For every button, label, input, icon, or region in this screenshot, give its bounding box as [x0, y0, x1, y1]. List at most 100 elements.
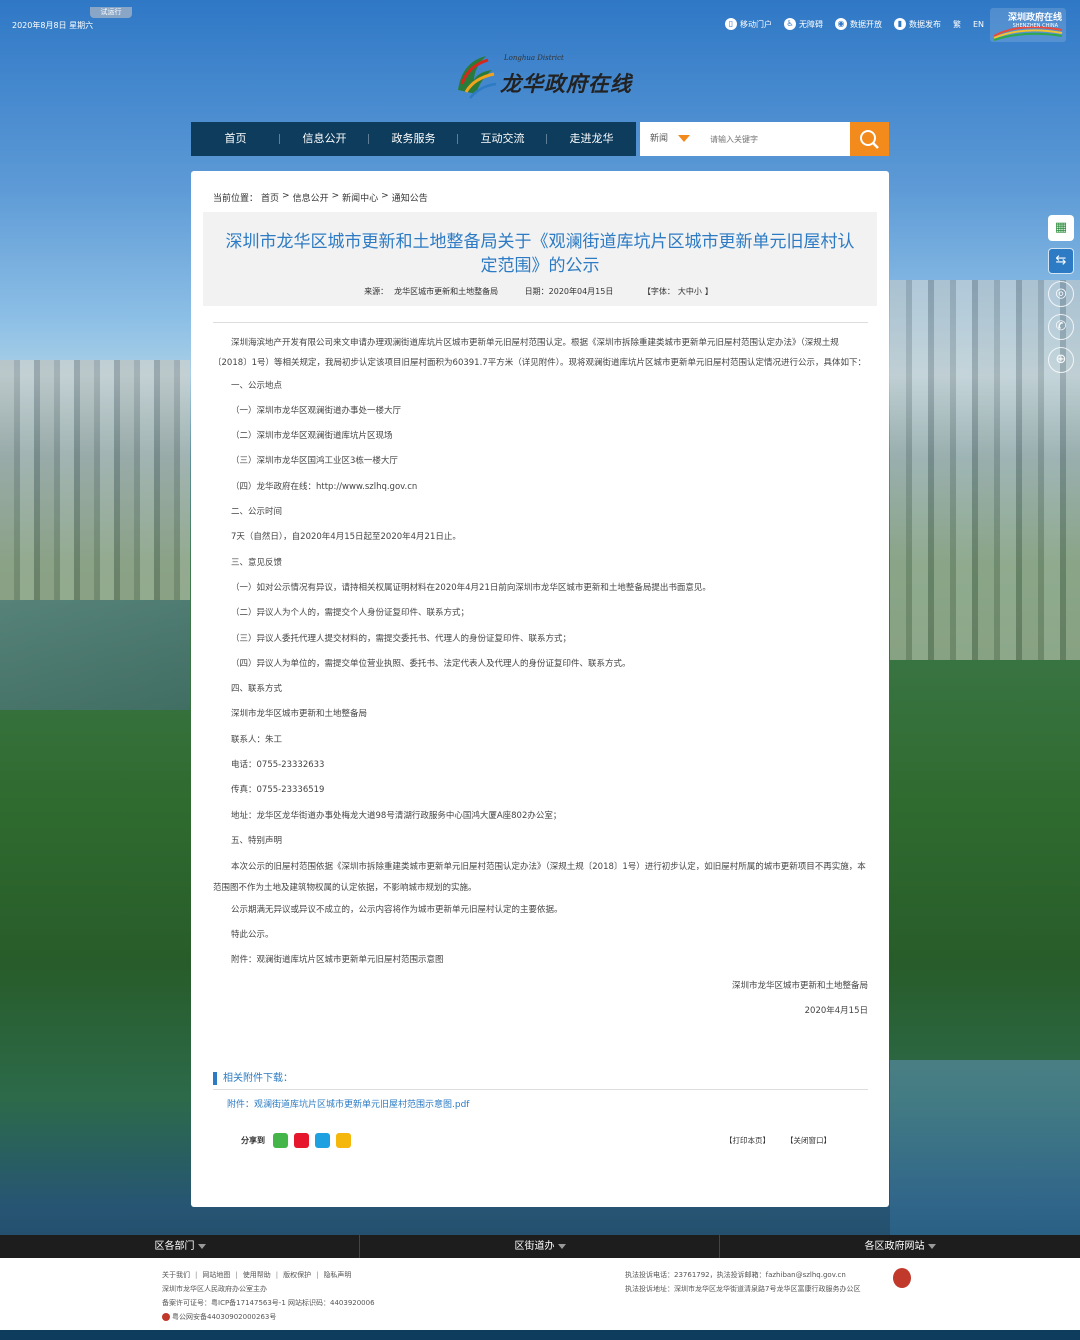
accessibility-icon: ♿: [783, 18, 796, 30]
article-line: （三）深圳市龙华区国鸿工业区3栋一楼大厅: [231, 456, 398, 467]
breadcrumb-label: 当前位置：: [213, 194, 259, 204]
logo-chinese: 龙华政府在线: [500, 71, 632, 96]
wechat-icon[interactable]: [273, 1133, 288, 1148]
footer-links: 关于我们 | 网站地图 | 使用帮助 | 版权保护 | 隐私声明: [162, 1271, 352, 1279]
article-line: 特此公示。: [231, 930, 274, 941]
side-toolbar: ▦ ⇆ ◎ ✆ ⊕: [1048, 215, 1074, 380]
qzone-icon[interactable]: [336, 1133, 351, 1148]
shenzhen-logo-title: 深圳政府在线: [1007, 13, 1062, 23]
police-badge-icon: [162, 1313, 170, 1321]
app-icon[interactable]: ⇆: [1048, 248, 1074, 274]
attachments-heading: 相关附件下载：: [213, 1072, 293, 1085]
share-label: 分享到: [241, 1136, 265, 1145]
english-link[interactable]: EN: [973, 20, 984, 29]
weibo-icon[interactable]: ◎: [1048, 281, 1074, 307]
breadcrumb-home[interactable]: 首页: [261, 191, 279, 204]
background-river: [0, 600, 190, 710]
nav-item-interaction[interactable]: 互动交流: [458, 122, 547, 156]
title-box: 深圳市龙华区城市更新和土地整备局关于《观澜街道库坑片区城市更新单元旧屋村认定范围…: [203, 212, 877, 306]
article-line: （四）异议人为单位的，需提交单位营业执照、委托书、法定代表人及代理人的身份证复印…: [231, 658, 631, 669]
source-value: 龙华区城市更新和土地整备局: [394, 287, 499, 296]
breadcrumb-separator: >: [381, 191, 389, 201]
font-size-control: 【字体： 大中小】: [640, 287, 716, 296]
mobile-portal-link[interactable]: ▯ 移动门户: [724, 18, 772, 30]
article-line: （一）如对公示情况有异议，请持相关权属证明材料在2020年4月21日前向深圳市龙…: [231, 582, 711, 593]
mobile-portal-label: 移动门户: [739, 19, 772, 29]
article-line: 公示期满无异议或异议不成立的，公示内容将作为城市更新单元旧屋村认定的主要依据。: [231, 904, 563, 915]
breadcrumb-news[interactable]: 新闻中心: [342, 191, 378, 204]
weibo-icon[interactable]: [294, 1133, 309, 1148]
traditional-chinese-link[interactable]: 繁: [953, 19, 961, 30]
article-line: 电话：0755-23332633: [231, 760, 325, 771]
wechat-icon[interactable]: ✆: [1048, 314, 1074, 340]
footer-dept-dropdown[interactable]: 区各部门: [0, 1235, 360, 1258]
article-line: （三）异议人委托代理人提交材料的，需提交委托书、代理人的身份证复印件、联系方式；: [231, 633, 572, 644]
footer-help-link[interactable]: 使用帮助: [243, 1271, 271, 1279]
article-line: 附件：观澜街道库坑片区城市更新单元旧屋村范围示意图: [231, 955, 444, 966]
qr-code-icon[interactable]: ▦: [1048, 215, 1074, 241]
date: 日期：2020年04月15日: [525, 287, 614, 296]
font-size-medium[interactable]: 中: [686, 287, 694, 296]
article-lines: 一、公示地点 （一）深圳市龙华区观澜街道办事处一楼大厅 （二）深圳市龙华区观澜街道库…: [213, 374, 868, 855]
footer-sitemap-link[interactable]: 网站地图: [202, 1271, 230, 1279]
footer-bottom-strip: [0, 1330, 1080, 1340]
footer-street-dropdown[interactable]: 区街道办: [360, 1235, 720, 1258]
breadcrumb-notice[interactable]: 通知公告: [392, 191, 428, 204]
nav-item-info-disclosure[interactable]: 信息公开: [280, 122, 369, 156]
font-size-large[interactable]: 大: [678, 287, 686, 296]
article-line: 二、公示时间: [231, 507, 283, 518]
article-line: 三、意见反馈: [231, 557, 283, 568]
main-nav: 首页 信息公开 政务服务 互动交流 走进龙华: [191, 122, 636, 156]
top-icon[interactable]: ⊕: [1048, 347, 1074, 373]
footer-district-dropdown[interactable]: 各区政府网站: [720, 1235, 1080, 1258]
article-line: 深圳市龙华区城市更新和土地整备局: [231, 709, 368, 720]
signature-date: 2020年4月15日: [804, 1006, 868, 1017]
breadcrumb-info[interactable]: 信息公开: [293, 191, 329, 204]
article-meta: 来源： 龙华区城市更新和土地整备局 日期：2020年04月15日 【字体： 大中小】: [203, 286, 877, 297]
article-line: （四）龙华政府在线：http://www.szlhq.gov.cn: [231, 481, 418, 492]
footer-district-label: 各区政府网站: [864, 1241, 925, 1252]
article-line: 四、联系方式: [231, 684, 283, 695]
search-icon: [860, 130, 879, 149]
article-intro: 深圳海滨地产开发有限公司来文申请办理观澜街道库坑片区城市更新单元旧屋村范围认定。…: [213, 338, 866, 369]
article-line: 地址：龙华区龙华街道办事处梅龙大道98号清湖行政服务中心国鸿大厦A座802办公室…: [231, 810, 562, 821]
gov-identity-icon[interactable]: [893, 1268, 911, 1288]
data-publish-link[interactable]: ▮ 数据发布: [893, 18, 941, 30]
data-publish-label: 数据发布: [908, 19, 941, 29]
nav-item-gov-services[interactable]: 政务服务: [369, 122, 458, 156]
nav-item-home[interactable]: 首页: [191, 122, 280, 156]
article-line: 五、特别声明: [231, 835, 283, 846]
attachment-link[interactable]: 附件：观澜街道库坑片区城市更新单元旧屋村范围示意图.pdf: [227, 1097, 469, 1110]
accessibility-link[interactable]: ♿ 无障碍: [783, 18, 823, 30]
background-city-left: [0, 360, 190, 600]
search-category-select[interactable]: 新闻: [650, 122, 668, 156]
footer-copyright-link[interactable]: 版权保护: [283, 1271, 311, 1279]
font-size-small[interactable]: 小: [694, 287, 702, 296]
close-window-link[interactable]: 【关闭窗口】: [786, 1135, 831, 1146]
breadcrumb-separator: >: [331, 191, 340, 201]
footer-left: 关于我们 | 网站地图 | 使用帮助 | 版权保护 | 隐私声明 深圳市龙华区人民政府办公室主办…: [162, 1268, 375, 1324]
nav-item-about-longhua[interactable]: 走进龙华: [547, 122, 636, 156]
footer-host: 深圳市龙华区人民政府办公室主办: [162, 1285, 267, 1293]
article-statement: 本次公示的旧屋村范围依据《深圳市拆除重建类城市更新单元旧屋村范围认定办法》（深规…: [213, 862, 866, 893]
footer: 关于我们 | 网站地图 | 使用帮助 | 版权保护 | 隐私声明 深圳市龙华区人民政府办公室主办…: [0, 1258, 1080, 1330]
chevron-down-icon[interactable]: [678, 135, 690, 142]
footer-icp: 备案许可证号：粤ICP备17147563号-1 网站标识码：4403920006: [162, 1299, 375, 1307]
article-line: 一、公示地点: [231, 380, 283, 391]
chevron-down-icon: [927, 1243, 936, 1249]
chevron-down-icon: [197, 1243, 206, 1249]
footer-police-text: 粤公网安备44030902000263号: [172, 1313, 277, 1321]
qq-icon[interactable]: [315, 1133, 330, 1148]
footer-privacy-link[interactable]: 隐私声明: [323, 1271, 351, 1279]
footer-bar: 区各部门 区街道办 各区政府网站: [0, 1235, 1080, 1258]
footer-complaint-address: 执法投诉地址：深圳市龙华区龙华街道清泉路7号龙华区富康行政服务办公区: [625, 1285, 861, 1293]
data-open-link[interactable]: ◉ 数据开放: [834, 18, 882, 30]
current-date: 2020年8月8日 星期六: [12, 21, 94, 30]
search-input[interactable]: [710, 132, 845, 146]
footer-about-link[interactable]: 关于我们: [162, 1271, 190, 1279]
signature-org: 深圳市龙华区城市更新和土地整备局: [731, 980, 868, 991]
search-button[interactable]: [850, 122, 889, 156]
print-page-link[interactable]: 【打印本页】: [725, 1135, 770, 1146]
site-logo[interactable]: Longhua District 龙华政府在线: [452, 50, 642, 102]
article-panel: 当前位置： 首页 > 信息公开 > 新闻中心 > 通知公告 深圳市龙华区城市更新…: [191, 171, 889, 1207]
